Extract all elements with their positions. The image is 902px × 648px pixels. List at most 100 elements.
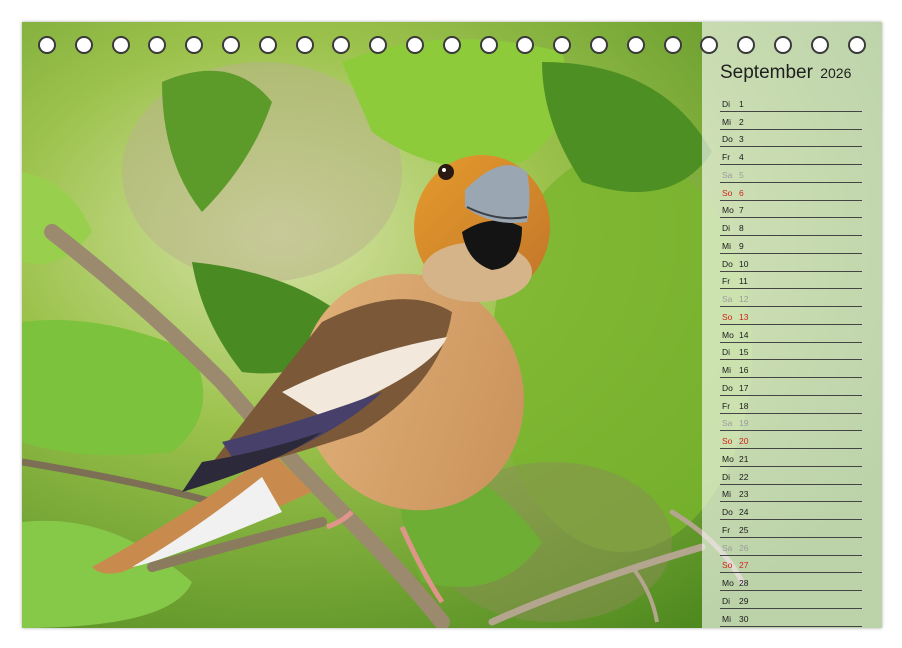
day-row: Mi 30	[720, 609, 862, 627]
binding-hole	[442, 36, 461, 54]
day-row: Fr 25	[720, 520, 862, 538]
binding-hole	[185, 36, 204, 54]
year-label: 2026	[820, 65, 852, 81]
day-row: Do 24	[720, 502, 862, 520]
weekday-label: Sa	[722, 169, 733, 180]
day-row: Di 1	[720, 94, 862, 112]
binding-hole	[148, 36, 167, 54]
day-number: 7	[739, 205, 744, 216]
day-number: 10	[739, 258, 749, 269]
weekday-label: Mi	[722, 240, 731, 251]
weekday-label: Fr	[722, 524, 731, 535]
weekday-label: So	[722, 560, 733, 571]
binding-hole	[516, 36, 535, 54]
binding-hole	[332, 36, 351, 54]
binding-hole	[553, 36, 572, 54]
day-row: So 13	[720, 307, 862, 325]
weekday-label: Di	[722, 223, 731, 233]
weekday-label: Mo	[722, 329, 734, 340]
day-number: 11	[739, 276, 748, 287]
binding-hole	[810, 36, 829, 54]
weekday-label: Mi	[722, 613, 731, 624]
day-number: 24	[739, 507, 749, 517]
day-row: Mo 21	[720, 449, 862, 467]
day-row: Sa 19	[720, 414, 862, 432]
binding-hole	[590, 36, 608, 54]
weekday-label: Di	[722, 98, 731, 109]
binding-hole	[258, 36, 277, 54]
day-row: Mo 7	[720, 201, 862, 219]
month-title: September 2026	[720, 62, 851, 84]
day-number: 2	[739, 116, 744, 127]
weekday-label: Mo	[722, 453, 734, 464]
weekday-label: Sa	[722, 418, 733, 429]
day-row: Di 22	[720, 467, 862, 485]
day-number: 16	[739, 365, 749, 375]
day-row: Do 3	[720, 130, 862, 148]
binding-hole	[847, 36, 866, 54]
binding-hole	[222, 36, 240, 54]
weekday-label: Do	[722, 134, 733, 145]
binding-hole	[737, 36, 756, 54]
binding-hole	[38, 36, 56, 54]
day-row: Di 29	[720, 591, 862, 609]
day-number: 22	[739, 471, 749, 482]
weekday-label: Do	[722, 507, 733, 517]
binding-hole	[663, 36, 682, 54]
day-row: So 20	[720, 431, 862, 449]
day-number: 3	[739, 134, 744, 145]
day-number: 23	[739, 489, 749, 500]
day-number: 21	[739, 453, 749, 464]
binding-hole	[774, 36, 792, 54]
day-row: Di 8	[720, 218, 862, 236]
weekday-label: So	[722, 187, 733, 198]
weekday-label: So	[722, 311, 733, 322]
weekday-label: Mi	[722, 365, 731, 375]
day-number: 6	[739, 187, 744, 198]
weekday-label: Do	[722, 258, 733, 269]
day-number: 14	[739, 329, 749, 340]
binding-hole	[700, 36, 719, 54]
day-row: Sa 12	[720, 289, 862, 307]
binding-hole	[74, 36, 93, 54]
day-number: 25	[739, 524, 749, 535]
binding-holes	[22, 36, 882, 58]
day-number: 15	[739, 347, 749, 358]
day-row: Fr 18	[720, 396, 862, 414]
day-row: Mi 2	[720, 112, 862, 130]
day-row: Sa 5	[720, 165, 862, 183]
day-row: Di 15	[720, 343, 862, 361]
binding-hole	[479, 36, 498, 54]
weekday-label: Mi	[722, 116, 731, 127]
weekday-label: Sa	[722, 542, 733, 553]
weekday-label: So	[722, 436, 733, 446]
day-row: So 6	[720, 183, 862, 201]
day-row: Mo 28	[720, 573, 862, 591]
day-number: 4	[739, 152, 744, 162]
day-number: 9	[739, 240, 744, 251]
binding-hole	[295, 36, 314, 54]
weekday-label: Mo	[722, 205, 734, 216]
day-number: 29	[739, 595, 749, 606]
day-number: 27	[739, 560, 749, 571]
weekday-label: Mi	[722, 489, 731, 500]
weekday-label: Sa	[722, 294, 733, 304]
day-row: Mo 14	[720, 325, 862, 343]
month-name: September	[720, 62, 813, 83]
day-number: 1	[739, 98, 744, 109]
day-number: 28	[739, 578, 749, 588]
day-number: 17	[739, 382, 749, 393]
day-number: 19	[739, 418, 749, 429]
weekday-label: Fr	[722, 276, 731, 287]
day-row: Do 17	[720, 378, 862, 396]
day-row: Mi 23	[720, 485, 862, 503]
day-number: 26	[739, 542, 749, 553]
weekday-label: Di	[722, 471, 731, 482]
binding-hole	[406, 36, 424, 54]
day-number: 12	[739, 294, 749, 304]
weekday-label: Fr	[722, 400, 731, 411]
weekday-label: Fr	[722, 152, 731, 162]
day-list: Di 1 Mi 2 Do 3 Fr 4 Sa 5 So 6 Mo 7 Di 8 Mi 9 Do 10 Fr 11 Sa 12 S…	[720, 94, 862, 627]
day-number: 8	[739, 223, 744, 233]
day-row: Do 10	[720, 254, 862, 272]
